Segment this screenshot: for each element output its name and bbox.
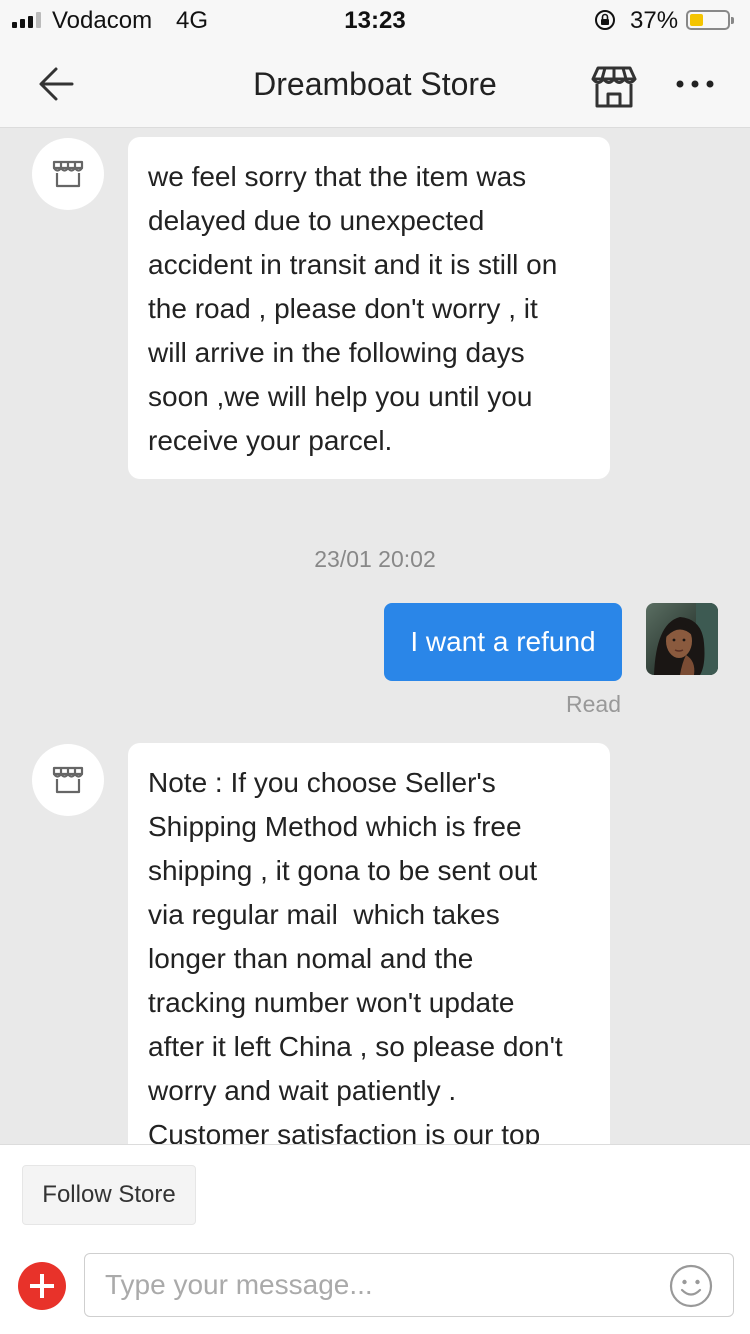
more-dots-icon[interactable] xyxy=(670,66,720,102)
read-receipt: Read xyxy=(566,691,621,717)
message-text: I want a refund xyxy=(410,626,596,657)
store-avatar[interactable] xyxy=(32,138,104,210)
battery-fill xyxy=(690,14,703,26)
store-avatar-icon xyxy=(52,160,84,188)
message-bubble-store: Note : If you choose Seller's Shipping M… xyxy=(128,743,610,1144)
storefront-icon[interactable] xyxy=(588,62,640,110)
follow-store-button[interactable]: Follow Store xyxy=(22,1165,196,1225)
battery-icon xyxy=(686,10,734,30)
store-avatar[interactable] xyxy=(32,744,104,816)
message-text: Note : If you choose Seller's Shipping M… xyxy=(148,767,563,1144)
orientation-lock-icon xyxy=(595,10,615,30)
status-bar: Vodacom 4G 13:23 37% xyxy=(0,0,750,40)
message-bubble-store: we feel sorry that the item was delayed … xyxy=(128,137,610,479)
message-bubble-me: I want a refund xyxy=(384,603,622,681)
store-avatar-icon xyxy=(52,766,84,794)
smiley-icon[interactable] xyxy=(668,1263,714,1309)
nav-bar: Dreamboat Store xyxy=(0,40,750,128)
bottom-panel: Follow Store xyxy=(0,1144,750,1334)
message-input[interactable] xyxy=(84,1253,734,1317)
user-photo xyxy=(646,603,718,675)
add-circle-icon[interactable] xyxy=(18,1262,66,1310)
message-text: we feel sorry that the item was delayed … xyxy=(148,161,558,456)
chat-area[interactable]: we feel sorry that the item was delayed … xyxy=(0,128,750,1144)
user-avatar[interactable] xyxy=(646,603,718,675)
message-timestamp: 23/01 20:02 xyxy=(314,546,436,572)
battery-percent: 37% xyxy=(630,7,679,34)
